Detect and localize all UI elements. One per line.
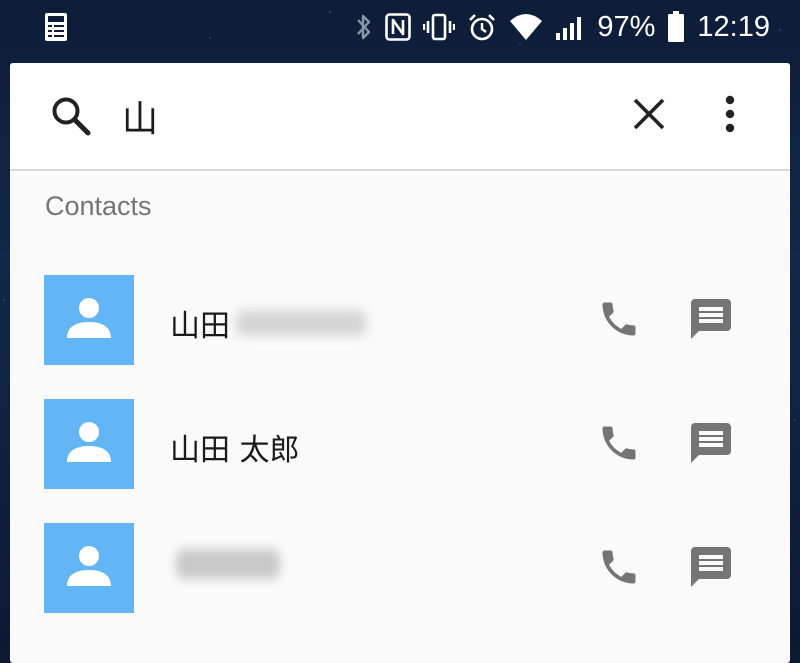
phone-icon: [597, 421, 641, 469]
contact-row[interactable]: [10, 511, 790, 621]
clock: 12:19: [697, 11, 770, 43]
battery-icon: [667, 11, 685, 43]
contact-name: 山田 太郎: [170, 425, 300, 469]
close-icon: [632, 97, 666, 135]
contact-name-text: 山田 太郎: [170, 433, 300, 468]
person-icon: [65, 294, 113, 346]
status-icons: 97% 12:19: [355, 8, 770, 46]
vibrate-icon: [423, 12, 456, 42]
more-options-button[interactable]: [710, 91, 750, 141]
alarm-icon: [467, 12, 497, 42]
message-button[interactable]: [684, 296, 738, 346]
redacted-name-part: [236, 310, 366, 336]
clear-search-button[interactable]: [624, 91, 674, 141]
contact-row[interactable]: 山田 太郎: [10, 387, 790, 497]
contacts-section-header: Contacts: [45, 191, 152, 221]
search-icon: [50, 95, 92, 137]
phone-icon: [597, 545, 641, 593]
contact-name-text: 山田: [170, 309, 230, 344]
message-button[interactable]: [684, 544, 738, 594]
status-bar: 97% 12:19: [0, 0, 800, 56]
phone-icon: [597, 297, 641, 345]
call-button[interactable]: [594, 420, 644, 470]
more-vert-icon: [725, 95, 735, 137]
search-input[interactable]: [122, 87, 602, 145]
signal-icon: [555, 13, 585, 41]
nfc-icon: [385, 13, 412, 41]
avatar[interactable]: [44, 523, 134, 613]
contact-name: [170, 549, 280, 579]
person-icon: [65, 542, 113, 594]
search-bar: [10, 63, 790, 171]
contact-row[interactable]: 山田: [10, 263, 790, 373]
wifi-icon: [509, 13, 543, 41]
bluetooth-icon: [355, 12, 373, 42]
call-button[interactable]: [594, 544, 644, 594]
message-button[interactable]: [684, 420, 738, 470]
message-icon: [687, 543, 735, 595]
avatar[interactable]: [44, 275, 134, 365]
redacted-name: [176, 549, 280, 579]
contact-name: 山田: [170, 301, 366, 345]
message-icon: [687, 295, 735, 347]
battery-percent: 97%: [597, 11, 656, 43]
search-results-card: Contacts 山田: [10, 63, 790, 663]
message-icon: [687, 419, 735, 471]
call-button[interactable]: [594, 296, 644, 346]
avatar[interactable]: [44, 399, 134, 489]
person-icon: [65, 418, 113, 470]
notification-app-icon: [44, 12, 68, 42]
